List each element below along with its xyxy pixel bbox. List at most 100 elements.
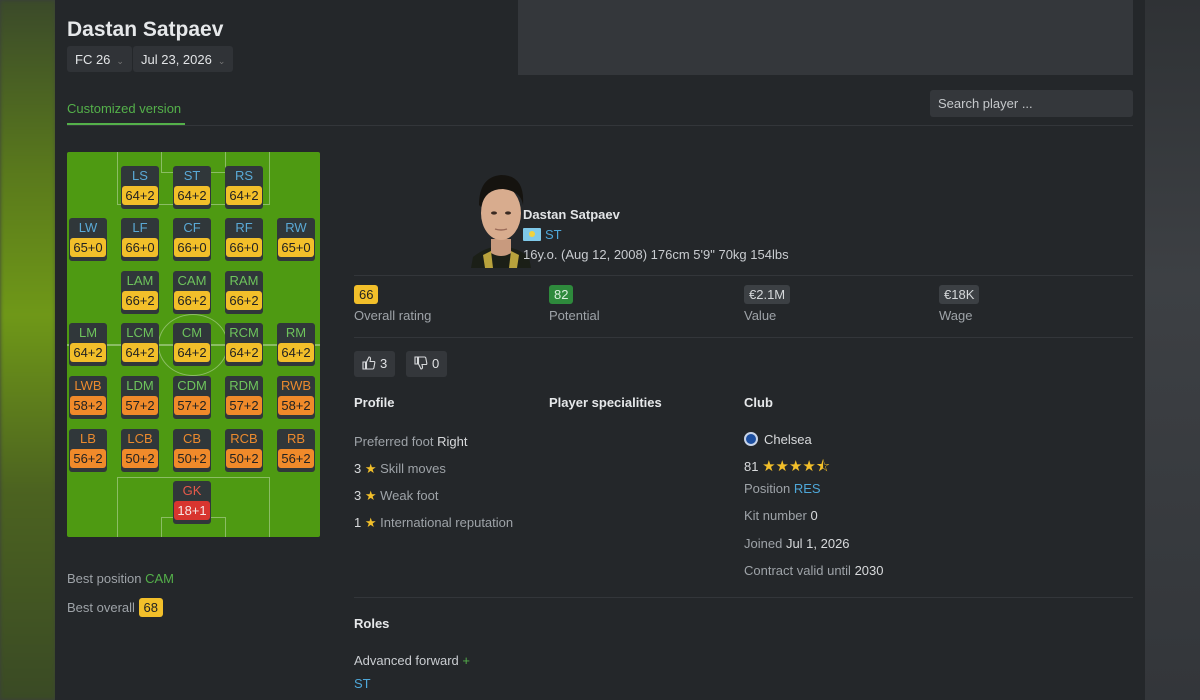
divider: [354, 275, 1133, 276]
best-position-value: CAM: [145, 571, 174, 586]
club-star-rating-icon: ★★★★⯪: [762, 458, 831, 475]
position-rating: 64+2: [226, 186, 262, 205]
star-icon: ★: [364, 515, 377, 530]
position-rating: 66+0: [122, 238, 158, 257]
position-rating: 65+0: [70, 238, 106, 257]
thumbs-down-button[interactable]: 0: [406, 351, 448, 377]
value-label: Value: [744, 308, 777, 323]
position-name: CF: [183, 220, 201, 235]
overall-rating-badge: 66: [354, 285, 379, 304]
position-card-st[interactable]: ST 64+2: [173, 166, 211, 209]
search-player-input[interactable]: [930, 90, 1133, 117]
position-rating: 66+0: [174, 238, 210, 257]
role-plus-icon: +: [462, 653, 470, 668]
thumbs-up-button[interactable]: 3: [354, 351, 396, 377]
position-card-lm[interactable]: LM 64+2: [69, 323, 107, 366]
position-rating: 57+2: [226, 396, 262, 415]
star-icon: ★: [364, 488, 377, 503]
game-version-label: FC 26: [75, 52, 111, 67]
club-rating-row: 81 ★★★★⯪: [744, 456, 830, 481]
position-rating: 56+2: [278, 449, 314, 468]
position-name: GK: [182, 483, 202, 498]
wage-label: Wage: [939, 308, 973, 323]
intl-rep-value: 1: [354, 515, 362, 530]
position-rating: 65+0: [278, 238, 314, 257]
position-card-ram[interactable]: RAM 66+2: [225, 271, 263, 314]
position-card-lam[interactable]: LAM 66+2: [121, 271, 159, 314]
position-rating: 50+2: [122, 449, 158, 468]
position-card-rcm[interactable]: RCM 64+2: [225, 323, 263, 366]
position-card-cdm[interactable]: CDM 57+2: [173, 376, 211, 419]
position-card-gk[interactable]: GK 18+1: [173, 481, 211, 524]
position-card-rf[interactable]: RF 66+0: [225, 218, 263, 261]
position-card-cb[interactable]: CB 50+2: [173, 429, 211, 472]
best-overall-badge: 68: [138, 598, 164, 617]
position-card-lb[interactable]: LB 56+2: [69, 429, 107, 472]
specialities-title: Player specialities: [549, 395, 662, 410]
position-name: RWB: [280, 378, 312, 393]
position-card-rdm[interactable]: RDM 57+2: [225, 376, 263, 419]
position-card-ldm[interactable]: LDM 57+2: [121, 376, 159, 419]
position-card-cam[interactable]: CAM 66+2: [173, 271, 211, 314]
position-rating: 64+2: [70, 343, 106, 362]
position-rating: 57+2: [122, 396, 158, 415]
position-rating: 50+2: [226, 449, 262, 468]
international-reputation: 1 ★ International reputation: [354, 515, 513, 531]
position-name: LS: [132, 168, 148, 183]
date-dropdown[interactable]: Jul 23, 2026 ⌄: [133, 46, 234, 72]
position-card-lw[interactable]: LW 65+0: [69, 218, 107, 261]
club-title: Club: [744, 395, 773, 410]
position-card-rm[interactable]: RM 64+2: [277, 323, 315, 366]
weak-foot-value: 3: [354, 488, 362, 503]
player-position[interactable]: ST: [545, 227, 562, 242]
club-position-value[interactable]: RES: [794, 481, 821, 496]
position-name: RAM: [229, 273, 259, 288]
position-card-cm[interactable]: CM 64+2: [173, 323, 211, 366]
position-name: LF: [132, 220, 148, 235]
club-position-row: Position RES: [744, 481, 821, 496]
position-rating: 58+2: [278, 396, 314, 415]
best-position: Best position CAM: [67, 571, 174, 586]
position-name: RW: [285, 220, 307, 235]
position-rating: 50+2: [174, 449, 210, 468]
position-name: RM: [285, 325, 307, 340]
thumbs-up-icon: [362, 356, 376, 370]
position-card-rwb[interactable]: RWB 58+2: [277, 376, 315, 419]
club-name-row: Chelsea: [744, 432, 812, 447]
contract-value: 2030: [854, 563, 884, 578]
position-name: CB: [182, 431, 202, 446]
position-rating: 64+2: [122, 343, 158, 362]
position-card-lcm[interactable]: LCM 64+2: [121, 323, 159, 366]
position-pitch: LS 64+2 ST 64+2 RS 64+2 LW 65+0 LF 66+0 CF 66+0 RF 66…: [67, 152, 320, 537]
position-card-lf[interactable]: LF 66+0: [121, 218, 159, 261]
position-name: CM: [181, 325, 203, 340]
position-card-rs[interactable]: RS 64+2: [225, 166, 263, 209]
position-card-ls[interactable]: LS 64+2: [121, 166, 159, 209]
position-card-cf[interactable]: CF 66+0: [173, 218, 211, 261]
position-rating: 64+2: [122, 186, 158, 205]
position-card-rcb[interactable]: RCB 50+2: [225, 429, 263, 472]
skill-moves-value: 3: [354, 461, 362, 476]
position-name: LCB: [127, 431, 153, 446]
position-rating: 66+2: [226, 291, 262, 310]
tab-customized-version[interactable]: Customized version: [67, 101, 181, 116]
club-rating: 81: [744, 459, 759, 474]
position-rating: 64+2: [226, 343, 262, 362]
role-name: Advanced forward: [354, 653, 459, 668]
game-version-dropdown[interactable]: FC 26 ⌄: [67, 46, 132, 72]
thumbs-down-icon: [414, 356, 428, 370]
chevron-down-icon: ⌄: [116, 56, 124, 66]
tab-divider: [67, 125, 1133, 126]
position-card-lcb[interactable]: LCB 50+2: [121, 429, 159, 472]
position-card-rb[interactable]: RB 56+2: [277, 429, 315, 472]
weak-foot: 3 ★ Weak foot: [354, 488, 438, 504]
club-name[interactable]: Chelsea: [764, 432, 812, 447]
overall-rating-label: Overall rating: [354, 308, 432, 323]
joined-value: Jul 1, 2026: [785, 536, 850, 551]
position-card-rw[interactable]: RW 65+0: [277, 218, 315, 261]
potential-badge: 82: [549, 285, 574, 304]
roles-title: Roles: [354, 616, 390, 631]
position-card-lwb[interactable]: LWB 58+2: [69, 376, 107, 419]
role-position[interactable]: ST: [354, 676, 371, 691]
background-right: [1144, 0, 1200, 700]
